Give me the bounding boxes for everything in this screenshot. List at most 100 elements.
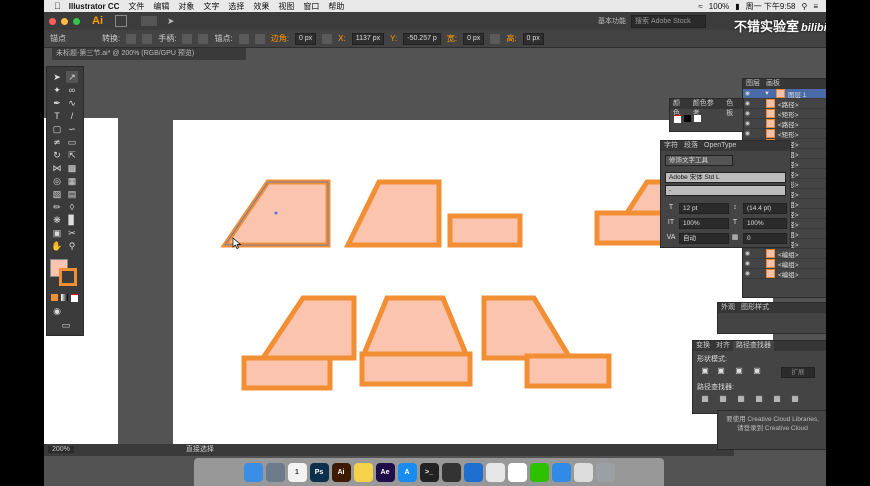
leading-field[interactable]: (14.4 pt)	[743, 203, 787, 214]
screen-mode-icon[interactable]: ▭	[59, 319, 73, 331]
curvature-tool-icon[interactable]: ∿	[66, 97, 78, 109]
scale-tool-icon[interactable]: ⇱	[66, 149, 78, 161]
qq-icon[interactable]	[507, 462, 527, 482]
merge-icon[interactable]: ▦	[735, 393, 747, 405]
shape-trapezoid-4[interactable]	[258, 295, 357, 361]
eye-icon[interactable]: ◉	[743, 90, 752, 97]
expand-arrow-icon[interactable]: ▼	[764, 91, 770, 97]
eye-icon[interactable]: ◉	[743, 120, 752, 127]
notes-icon[interactable]	[353, 462, 373, 482]
paintbrush-icon[interactable]: ∽	[66, 123, 78, 135]
rectangle-tool-icon[interactable]: ▢	[51, 123, 63, 135]
tab-graphic-styles[interactable]: 图形样式	[738, 303, 772, 313]
illustrator-icon[interactable]: Ai	[331, 462, 351, 482]
tab-character[interactable]: 字符	[661, 141, 681, 151]
layer-item[interactable]: ◉ <矩形>	[743, 109, 826, 119]
tab-opentype[interactable]: OpenType	[701, 141, 739, 151]
mesh-tool-icon[interactable]: ▧	[51, 188, 63, 200]
cc-login-line2[interactable]: 请登录到 Creative Cloud	[718, 424, 826, 433]
font-family-field[interactable]: Adobe 宋体 Std L	[665, 172, 786, 183]
tab-artboards[interactable]: 画板	[763, 79, 783, 89]
artboard-tool-icon[interactable]: ▣	[51, 227, 63, 239]
preview-icon[interactable]	[573, 462, 593, 482]
shaper-tool-icon[interactable]: ≄	[51, 136, 63, 148]
photoshop-icon[interactable]: Ps	[309, 462, 329, 482]
shape-rect-1[interactable]	[447, 213, 523, 248]
color-mode-icon[interactable]	[51, 294, 58, 301]
tracking-field[interactable]: 0	[743, 233, 787, 244]
layer-item[interactable]: ◉ <编组>	[743, 269, 826, 279]
horizontal-scale-field[interactable]: 100%	[743, 218, 787, 229]
column-graph-icon[interactable]: ▊	[66, 214, 78, 226]
eye-icon[interactable]: ◉	[743, 270, 752, 277]
gradient-mode-icon[interactable]	[61, 294, 68, 301]
perspective-grid-icon[interactable]: ▦	[66, 175, 78, 187]
eye-icon[interactable]: ◉	[743, 110, 752, 117]
eraser-icon[interactable]: ▭	[66, 136, 78, 148]
font-size-field[interactable]: 12 pt	[679, 203, 729, 214]
symbol-sprayer-icon[interactable]: ❋	[51, 214, 63, 226]
eye-icon[interactable]: ◉	[743, 260, 752, 267]
tab-transform[interactable]: 变换	[693, 341, 713, 351]
layer-item[interactable]: ◉ <编组>	[743, 249, 826, 259]
pen-tool-icon[interactable]: ✒	[51, 97, 63, 109]
aftereffects-icon[interactable]: Ae	[375, 462, 395, 482]
stroke-swatch[interactable]	[59, 268, 77, 286]
layer-item[interactable]: ◉ <编组>	[743, 259, 826, 269]
lasso-icon[interactable]: ∞	[66, 84, 78, 96]
launchpad-icon[interactable]	[265, 462, 285, 482]
outline-icon[interactable]: ▦	[771, 393, 783, 405]
tab-paragraph[interactable]: 段落	[681, 141, 701, 151]
tab-layers[interactable]: 图层	[743, 79, 763, 89]
chrome-icon[interactable]	[485, 462, 505, 482]
selection-tool-icon[interactable]: ➤	[51, 71, 63, 83]
vertical-scale-field[interactable]: 100%	[679, 218, 729, 229]
shape-rect-4[interactable]	[359, 351, 473, 387]
shape-trapezoid-5[interactable]	[360, 295, 470, 357]
trim-icon[interactable]: ▦	[717, 393, 729, 405]
eye-icon[interactable]: ◉	[743, 250, 752, 257]
minus-front-icon[interactable]: ▣	[715, 365, 727, 377]
blend-tool-icon[interactable]: ◊	[66, 201, 78, 213]
tab-color[interactable]: 颜色	[670, 99, 690, 117]
intersect-icon[interactable]: ▣	[733, 365, 745, 377]
font-style-field[interactable]: -	[665, 185, 786, 196]
divide-icon[interactable]: ▦	[699, 393, 711, 405]
crop-icon[interactable]: ▦	[753, 393, 765, 405]
shape-builder-icon[interactable]: ◎	[51, 175, 63, 187]
shape-trapezoid-6[interactable]	[481, 295, 575, 361]
shape-trapezoid-2[interactable]	[343, 179, 442, 248]
zoom-level[interactable]: 200%	[48, 446, 74, 453]
hand-tool-icon[interactable]: ✋	[51, 240, 63, 252]
trash-icon[interactable]	[595, 462, 615, 482]
unity-icon[interactable]	[441, 462, 461, 482]
kerning-field[interactable]: 自动	[679, 233, 729, 244]
width-tool-icon[interactable]: ⋈	[51, 162, 63, 174]
magic-wand-icon[interactable]: ✦	[51, 84, 63, 96]
rotate-tool-icon[interactable]: ↻	[51, 149, 63, 161]
layer-row[interactable]: ◉ ▼ 图层 1	[743, 89, 826, 99]
black-color-icon[interactable]	[684, 115, 691, 122]
white-color-icon[interactable]	[694, 115, 701, 122]
tab-pathfinder[interactable]: 路径查找器	[733, 341, 774, 351]
layer-item[interactable]: ◉ <路径>	[743, 119, 826, 129]
shape-rect-3[interactable]	[241, 355, 333, 391]
zoom-tool-icon[interactable]: ⚲	[66, 240, 78, 252]
gradient-tool-icon[interactable]: ▤	[66, 188, 78, 200]
touch-type-button[interactable]: 修饰文字工具	[665, 155, 733, 166]
finder-icon[interactable]	[243, 462, 263, 482]
shape-rect-5[interactable]	[524, 353, 612, 389]
slice-tool-icon[interactable]: ✂	[66, 227, 78, 239]
layer-item[interactable]: ◉ <矩形>	[743, 129, 826, 139]
calendar-icon[interactable]: 1	[287, 462, 307, 482]
terminal-icon[interactable]: >_	[419, 462, 439, 482]
minus-back-icon[interactable]: ▦	[789, 393, 801, 405]
safari-icon[interactable]	[551, 462, 571, 482]
free-transform-icon[interactable]: ▩	[66, 162, 78, 174]
expand-button[interactable]: 扩展	[781, 367, 815, 378]
type-tool-icon[interactable]: T	[51, 110, 63, 122]
quicktime-icon[interactable]	[463, 462, 483, 482]
appstore-icon[interactable]: A	[397, 462, 417, 482]
eyedropper-icon[interactable]: ✏	[51, 201, 63, 213]
tab-align[interactable]: 对齐	[713, 341, 733, 351]
